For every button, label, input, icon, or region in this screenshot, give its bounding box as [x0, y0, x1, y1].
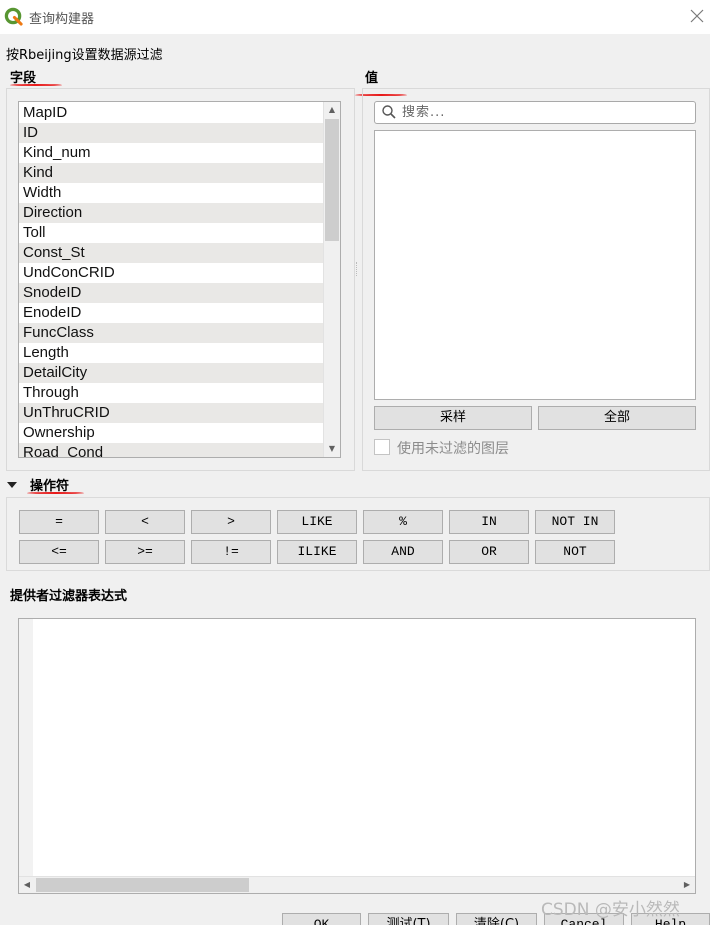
operator-button-lteq[interactable]: <=	[19, 540, 99, 564]
operator-button-and[interactable]: AND	[363, 540, 443, 564]
operator-button-ilike[interactable]: ILIKE	[277, 540, 357, 564]
operator-button-gt[interactable]: >	[191, 510, 271, 534]
title-bar	[0, 0, 710, 34]
expression-editor[interactable]: ◀ ▶	[18, 618, 696, 894]
field-list[interactable]: MapID ID Kind_num Kind Width Direction Toll Con…	[18, 101, 341, 458]
field-list-item[interactable]: Length	[19, 343, 323, 363]
operator-button-gteq[interactable]: >=	[105, 540, 185, 564]
field-list-item[interactable]: FuncClass	[19, 323, 323, 343]
ok-button[interactable]: OK	[282, 913, 361, 925]
watermark: CSDN @安小然然	[541, 900, 680, 920]
field-list-item[interactable]: DetailCity	[19, 363, 323, 383]
field-list-item[interactable]: Road_Cond	[19, 443, 323, 457]
field-list-item[interactable]: ID	[19, 123, 323, 143]
scroll-up-icon[interactable]: ▲	[324, 102, 340, 118]
operator-button-in[interactable]: IN	[449, 510, 529, 534]
sample-button[interactable]: 采样	[374, 406, 532, 430]
field-list-item[interactable]: Ownership	[19, 423, 323, 443]
expression-label: 提供者过滤器表达式	[10, 589, 128, 604]
values-list[interactable]	[374, 130, 696, 400]
operator-button-lt[interactable]: <	[105, 510, 185, 534]
field-list-item[interactable]: Kind_num	[19, 143, 323, 163]
annotation-underline	[27, 492, 84, 494]
splitter-handle[interactable]	[356, 262, 359, 276]
qgis-logo-icon	[4, 7, 23, 26]
use-unfiltered-label: 使用未过滤的图层	[397, 441, 509, 457]
field-list-item[interactable]: MapID	[19, 103, 323, 123]
operator-button-not-in[interactable]: NOT IN	[535, 510, 615, 534]
field-list-item[interactable]: SnodeID	[19, 283, 323, 303]
operator-button-or[interactable]: OR	[449, 540, 529, 564]
field-list-item[interactable]: UnThruCRID	[19, 403, 323, 423]
field-list-item[interactable]: EnodeID	[19, 303, 323, 323]
scrollbar-thumb[interactable]	[36, 878, 249, 892]
all-button[interactable]: 全部	[538, 406, 696, 430]
clear-button[interactable]: 清除(C)	[456, 913, 537, 925]
window-title: 查询构建器	[29, 12, 95, 27]
dialog-subtitle: 按Rbeijing设置数据源过滤	[6, 48, 163, 63]
operator-button-percent[interactable]: %	[363, 510, 443, 534]
values-label: 值	[365, 71, 379, 86]
test-button[interactable]: 测试(T)	[368, 913, 449, 925]
field-list-item[interactable]: Width	[19, 183, 323, 203]
scroll-down-icon[interactable]: ▼	[324, 441, 340, 457]
operator-button-not[interactable]: NOT	[535, 540, 615, 564]
annotation-underline	[10, 84, 62, 86]
operator-button-noteq[interactable]: !=	[191, 540, 271, 564]
search-input[interactable]	[402, 103, 692, 122]
field-list-item[interactable]: Const_St	[19, 243, 323, 263]
field-list-scrollbar[interactable]: ▲ ▼	[323, 102, 340, 457]
field-list-item[interactable]: Direction	[19, 203, 323, 223]
field-list-item[interactable]: Through	[19, 383, 323, 403]
scrollbar-thumb[interactable]	[325, 119, 339, 241]
expression-h-scrollbar[interactable]: ◀ ▶	[19, 876, 695, 893]
close-icon	[690, 9, 704, 23]
field-list-item[interactable]: Toll	[19, 223, 323, 243]
use-unfiltered-checkbox[interactable]	[374, 439, 390, 455]
operator-button-eq[interactable]: =	[19, 510, 99, 534]
line-number-gutter	[19, 619, 33, 877]
collapse-triangle-icon[interactable]	[6, 479, 18, 491]
search-icon	[382, 105, 396, 119]
field-list-item[interactable]: UndConCRID	[19, 263, 323, 283]
field-list-item[interactable]: Kind	[19, 163, 323, 183]
scroll-right-icon[interactable]: ▶	[679, 877, 695, 893]
operator-button-like[interactable]: LIKE	[277, 510, 357, 534]
close-button[interactable]	[689, 7, 705, 25]
scroll-left-icon[interactable]: ◀	[19, 877, 35, 893]
